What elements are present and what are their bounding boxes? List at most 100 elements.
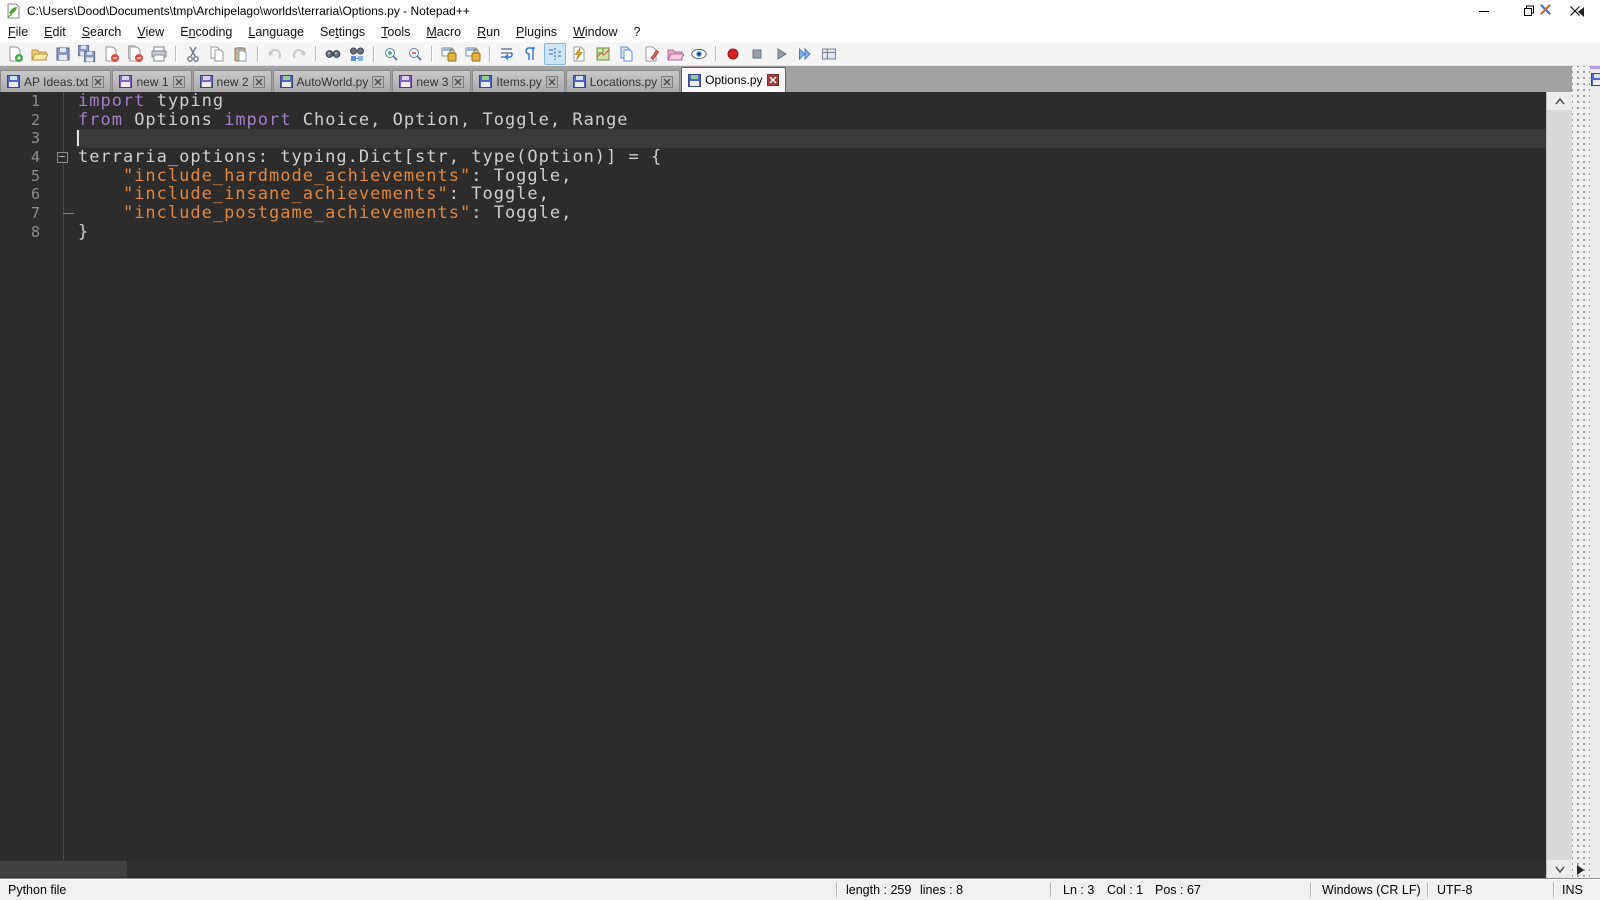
toolbar-close-all-button[interactable] [124, 43, 146, 65]
code-editor[interactable]: 1 import typing 2 from Options import Choic… [0, 92, 1546, 860]
menu-item-encoding[interactable]: Encoding [172, 23, 240, 41]
menu-item-window[interactable]: Window [565, 23, 625, 41]
replace-icon [350, 47, 364, 61]
horizontal-scrollbar[interactable] [0, 860, 1546, 878]
toolbar-folder-as-workspace-button[interactable] [664, 43, 686, 65]
tab-new-3[interactable]: new 3 [392, 70, 472, 92]
toolbar-redo-button[interactable] [288, 43, 310, 65]
toolbar-show-all-characters-button[interactable] [520, 43, 542, 65]
notepadpp-app-icon [7, 3, 20, 19]
toolbar-document-monitoring-button[interactable] [688, 43, 710, 65]
menu-item-settings[interactable]: Settings [312, 23, 373, 41]
toolbar-paste-button[interactable] [230, 43, 252, 65]
fold-margin [45, 204, 76, 223]
vertical-scrollbar[interactable] [1546, 92, 1573, 878]
tab-close-icon[interactable] [452, 75, 465, 88]
menu-item-help[interactable]: ? [626, 23, 649, 41]
toolbar [0, 42, 1600, 66]
tab-ap-ideas-txt[interactable]: AP Ideas.txt [0, 70, 112, 92]
status-col-num: Col : 1 [1107, 883, 1144, 897]
scroll-up-button[interactable] [1547, 92, 1573, 110]
scroll-down-button[interactable] [1547, 860, 1573, 878]
toolbar-open-file-button[interactable] [28, 43, 50, 65]
menu-item-search[interactable]: Search [74, 23, 130, 41]
toolbar-function-list-button[interactable] [640, 43, 662, 65]
menu-item-macro[interactable]: Macro [418, 23, 469, 41]
code-line[interactable]: 2 from Options import Choice, Option, Tog… [0, 109, 1546, 130]
tab-new-1[interactable]: new 1 [112, 70, 192, 92]
menu-item-plugins[interactable]: Plugins [508, 23, 565, 41]
minimize-button[interactable] [1467, 0, 1501, 22]
code-segment-pl: terraria_options: typing.Dict[str, type(… [78, 147, 663, 168]
toolbar-new-file-button[interactable] [4, 43, 26, 65]
window-title: C:\Users\Dood\Documents\tmp\Archipelago\… [27, 4, 470, 18]
horizontal-scrollbar-thumb[interactable] [0, 861, 127, 877]
toolbar-replace-button[interactable] [346, 43, 368, 65]
toolbar-macro-stop-button[interactable] [746, 43, 768, 65]
toolbar-word-wrap-button[interactable] [496, 43, 518, 65]
code-line[interactable]: 1 import typing [0, 92, 1546, 111]
code-line[interactable]: 6 "include_insane_achievements": Toggle, [0, 185, 1546, 204]
tab-new-2[interactable]: new 2 [192, 70, 272, 92]
macro-run-multiple-icon [799, 47, 811, 60]
tab-options-py[interactable]: Options.py [681, 67, 786, 92]
toolbar-copy-button[interactable] [206, 43, 228, 65]
second-view-sliver[interactable] [1590, 66, 1600, 880]
indent-guide-icon [549, 47, 561, 60]
tab-close-icon[interactable] [661, 75, 674, 88]
tab-locations-py[interactable]: Locations.py [565, 70, 681, 92]
toolbar-zoom-in-button[interactable] [380, 43, 402, 65]
toolbar-document-map-button[interactable] [592, 43, 614, 65]
toolbar-close-button[interactable] [100, 43, 122, 65]
tab-close-icon[interactable] [545, 75, 558, 88]
toolbar-separator [489, 45, 491, 62]
toolbar-save-all-button[interactable] [76, 43, 98, 65]
menu-item-view[interactable]: View [129, 23, 172, 41]
tab-label: AutoWorld.py [296, 74, 369, 89]
toolbar-print-button[interactable] [148, 43, 170, 65]
toolbar-macro-play-button[interactable] [770, 43, 792, 65]
splitter-arrow-icon[interactable] [1576, 864, 1585, 876]
code-line[interactable]: 5 "include_hardmode_achievements": Toggl… [0, 166, 1546, 186]
toolbar-macro-save-button[interactable] [818, 43, 840, 65]
toolbar-user-defined-language-button[interactable] [568, 43, 590, 65]
toolbar-indent-guide-button[interactable] [544, 42, 566, 65]
toolbar-sync-vertical-button[interactable] [438, 43, 460, 65]
text-caret [77, 130, 79, 147]
tab-close-icon[interactable] [92, 75, 105, 88]
toolbar-find-button[interactable] [322, 43, 344, 65]
toolbar-macro-run-multiple-button[interactable] [794, 43, 816, 65]
menu-item-file[interactable]: File [0, 23, 36, 41]
toolbar-undo-button[interactable] [264, 43, 286, 65]
fold-toggle[interactable]: − [57, 151, 68, 164]
code-segment-pl: Choice, Option, Toggle, Range [291, 109, 629, 130]
menu-item-tools[interactable]: Tools [373, 23, 418, 41]
zoom-in-icon [385, 47, 398, 61]
tab-scroll-left-button[interactable] [1576, 6, 1586, 18]
view-splitter[interactable] [1572, 66, 1590, 880]
toolbar-document-list-button[interactable] [616, 43, 638, 65]
close-button[interactable] [1558, 0, 1592, 22]
menu-item-language[interactable]: Language [240, 23, 312, 41]
code-line[interactable]: 4 − terraria_options: typing.Dict[str, typ… [0, 148, 1546, 167]
toolbar-zoom-out-button[interactable] [404, 43, 426, 65]
code-line[interactable]: 3 [0, 129, 1546, 149]
tab-close-icon[interactable] [252, 75, 265, 88]
code-line[interactable]: 7 "include_postgame_achievements": Toggl… [0, 204, 1546, 223]
tab-close-icon[interactable] [766, 74, 779, 86]
tab-autoworld-py[interactable]: AutoWorld.py [272, 70, 392, 92]
tab-items-py[interactable]: Items.py [472, 70, 565, 92]
toolbar-save-button[interactable] [52, 43, 74, 65]
code-line[interactable]: 8} [0, 223, 1546, 242]
toolbar-sync-horizontal-button[interactable] [462, 43, 484, 65]
tab-close-icon[interactable] [372, 75, 385, 88]
show-all-characters-icon [525, 46, 535, 60]
tab-close-icon[interactable] [172, 75, 185, 88]
menu-close-document-icon[interactable] [1539, 3, 1552, 16]
toolbar-macro-record-button[interactable] [722, 43, 744, 65]
toolbar-cut-button[interactable] [182, 43, 204, 65]
macro-stop-icon [752, 49, 762, 58]
status-divider [1553, 882, 1555, 897]
menu-item-edit[interactable]: Edit [36, 23, 74, 41]
menu-item-run[interactable]: Run [469, 23, 508, 41]
